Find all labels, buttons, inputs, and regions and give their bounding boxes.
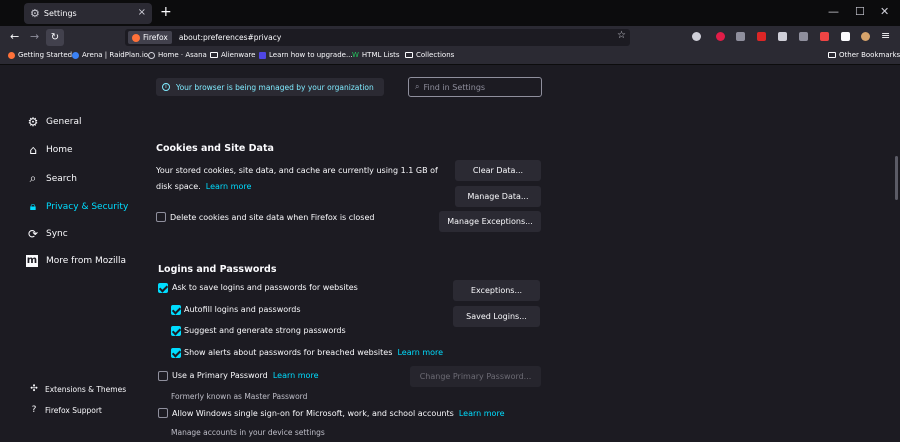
account-avatar[interactable] [861,32,870,41]
autofill-checkbox[interactable] [171,305,181,315]
sidebar-item-privacy[interactable]: 🔒︎ Privacy & Security [26,199,129,214]
scrollbar-thumb[interactable] [895,156,898,200]
sidebar-extensions-themes[interactable]: ✣ Extensions & Themes [28,384,126,394]
extension-screen-icon[interactable] [778,32,787,41]
ask-to-save-checkbox[interactable] [158,283,168,293]
maximize-button[interactable]: ☐ [855,5,865,18]
bookmark-html-lists[interactable]: W HTML Lists [352,51,400,59]
tab-title: Settings [43,9,77,18]
raidplan-icon [72,51,79,59]
windows-sso-checkbox[interactable] [158,408,168,418]
url-bar[interactable]: Firefox about:preferences#privacy ☆ [125,29,630,46]
bookmark-star-icon[interactable]: ☆ [617,30,626,41]
suggest-passwords-label: Suggest and generate strong passwords [184,326,346,335]
bookmark-folder-collections[interactable]: Collections [405,51,454,59]
cookies-usage-text-2: disk space. Learn more [156,182,252,191]
extension-red-icon[interactable] [716,32,725,41]
firefox-icon [8,51,15,59]
ask-to-save-label: Ask to save logins and passwords for web… [172,283,358,292]
reload-button[interactable]: ↻ [46,29,64,46]
close-tab-icon[interactable]: × [138,7,146,18]
search-icon: ⌕ [415,82,420,91]
extension-camera-icon[interactable] [820,32,829,41]
breach-alerts-label: Show alerts about passwords for breached… [184,348,444,357]
delete-on-close-label: Delete cookies and site data when Firefo… [170,213,375,222]
bookmark-folder-alienware[interactable]: Alienware [210,51,255,59]
bookmark-learn-upgrade[interactable]: Learn how to upgrade... [259,51,353,59]
sidebar-item-general[interactable]: ⚙ General [26,115,82,129]
globe-icon [148,51,155,59]
identity-label: Firefox [143,33,168,42]
info-icon: i [162,83,170,91]
windows-sso-label: Allow Windows single sign-on for Microso… [172,409,505,418]
new-tab-button[interactable]: + [160,4,172,20]
bookmark-raidplan[interactable]: Arena | RaidPlan.io [72,51,148,59]
cookies-heading: Cookies and Site Data [156,143,274,154]
forward-button[interactable]: → [30,30,39,43]
help-icon: ? [31,405,37,415]
mozilla-icon: m [26,255,38,267]
saved-logins-button[interactable]: Saved Logins... [453,306,540,327]
policy-notice[interactable]: i Your browser is being managed by your … [156,78,384,96]
cookies-usage-text: Your stored cookies, site data, and cach… [156,166,438,175]
bookmark-getting-started[interactable]: Getting Started [8,51,72,59]
primary-learn-more-link[interactable]: Learn more [273,371,319,380]
manage-data-button[interactable]: Manage Data... [455,186,541,207]
sso-learn-more-link[interactable]: Learn more [459,409,505,418]
back-button[interactable]: ← [10,30,19,43]
sidebar-item-sync[interactable]: ⟳ Sync [26,227,68,241]
delete-on-close-checkbox[interactable] [156,212,166,222]
folder-icon [210,52,218,58]
cookies-learn-more-link[interactable]: Learn more [206,182,252,191]
sync-icon: ⟳ [27,227,39,241]
primary-password-label: Use a Primary Password Learn more [172,371,319,380]
exceptions-button[interactable]: Exceptions... [453,280,540,301]
lock-icon: 🔒︎ [29,199,37,213]
tab-settings[interactable]: ⚙ Settings × [24,3,152,24]
url-text[interactable]: about:preferences#privacy [179,33,281,42]
puzzle-icon: ✣ [30,384,38,394]
pocket-icon[interactable] [692,32,701,41]
manage-exceptions-button[interactable]: Manage Exceptions... [439,211,541,232]
home-icon: ⌂ [29,143,37,157]
bookmark-asana[interactable]: Home · Asana [148,51,207,59]
extension-gray-icon[interactable] [736,32,745,41]
extension-pen-icon[interactable] [757,32,766,41]
w3-icon: W [352,51,359,59]
preferences-page: i Your browser is being managed by your … [0,66,900,442]
extension-shield-icon[interactable] [799,32,808,41]
breach-learn-more-link[interactable]: Learn more [397,348,443,357]
sidebar-item-mozilla[interactable]: m More from Mozilla [26,255,126,267]
close-window-button[interactable]: ✕ [880,5,889,18]
suggest-passwords-checkbox[interactable] [171,326,181,336]
other-bookmarks[interactable]: Other Bookmarks [828,51,900,59]
settings-search-input[interactable]: ⌕ Find in Settings [408,77,542,97]
gear-icon: ⚙ [30,7,40,20]
change-primary-password-button[interactable]: Change Primary Password... [410,366,541,387]
formerly-master-password-note: Formerly known as Master Password [171,392,308,401]
folder-icon [828,52,836,58]
sidebar-item-search[interactable]: ⌕ Search [26,171,77,186]
sidebar-item-home[interactable]: ⌂ Home [26,143,72,157]
identity-box[interactable]: Firefox [128,31,172,44]
gear-icon: ⚙ [27,115,39,129]
menu-icon[interactable]: ≡ [881,29,890,42]
folder-icon [405,52,413,58]
tab-strip: ⚙ Settings × + — ☐ ✕ [0,0,900,26]
page-icon [259,51,266,59]
extensions-puzzle-icon[interactable] [841,32,850,41]
bookmarks-toolbar: Getting Started Arena | RaidPlan.io Home… [0,49,900,65]
breach-alerts-checkbox[interactable] [171,348,181,358]
search-icon: ⌕ [29,171,37,185]
clear-data-button[interactable]: Clear Data... [455,160,541,181]
autofill-label: Autofill logins and passwords [184,305,301,314]
nav-toolbar: ← → ↻ Firefox about:preferences#privacy … [0,26,900,49]
sidebar-firefox-support[interactable]: ? Firefox Support [28,405,102,415]
minimize-button[interactable]: — [828,5,839,18]
sso-device-settings-note: Manage accounts in your device settings [171,428,325,437]
firefox-icon [132,33,140,42]
primary-password-checkbox[interactable] [158,371,168,381]
logins-heading: Logins and Passwords [158,264,277,275]
